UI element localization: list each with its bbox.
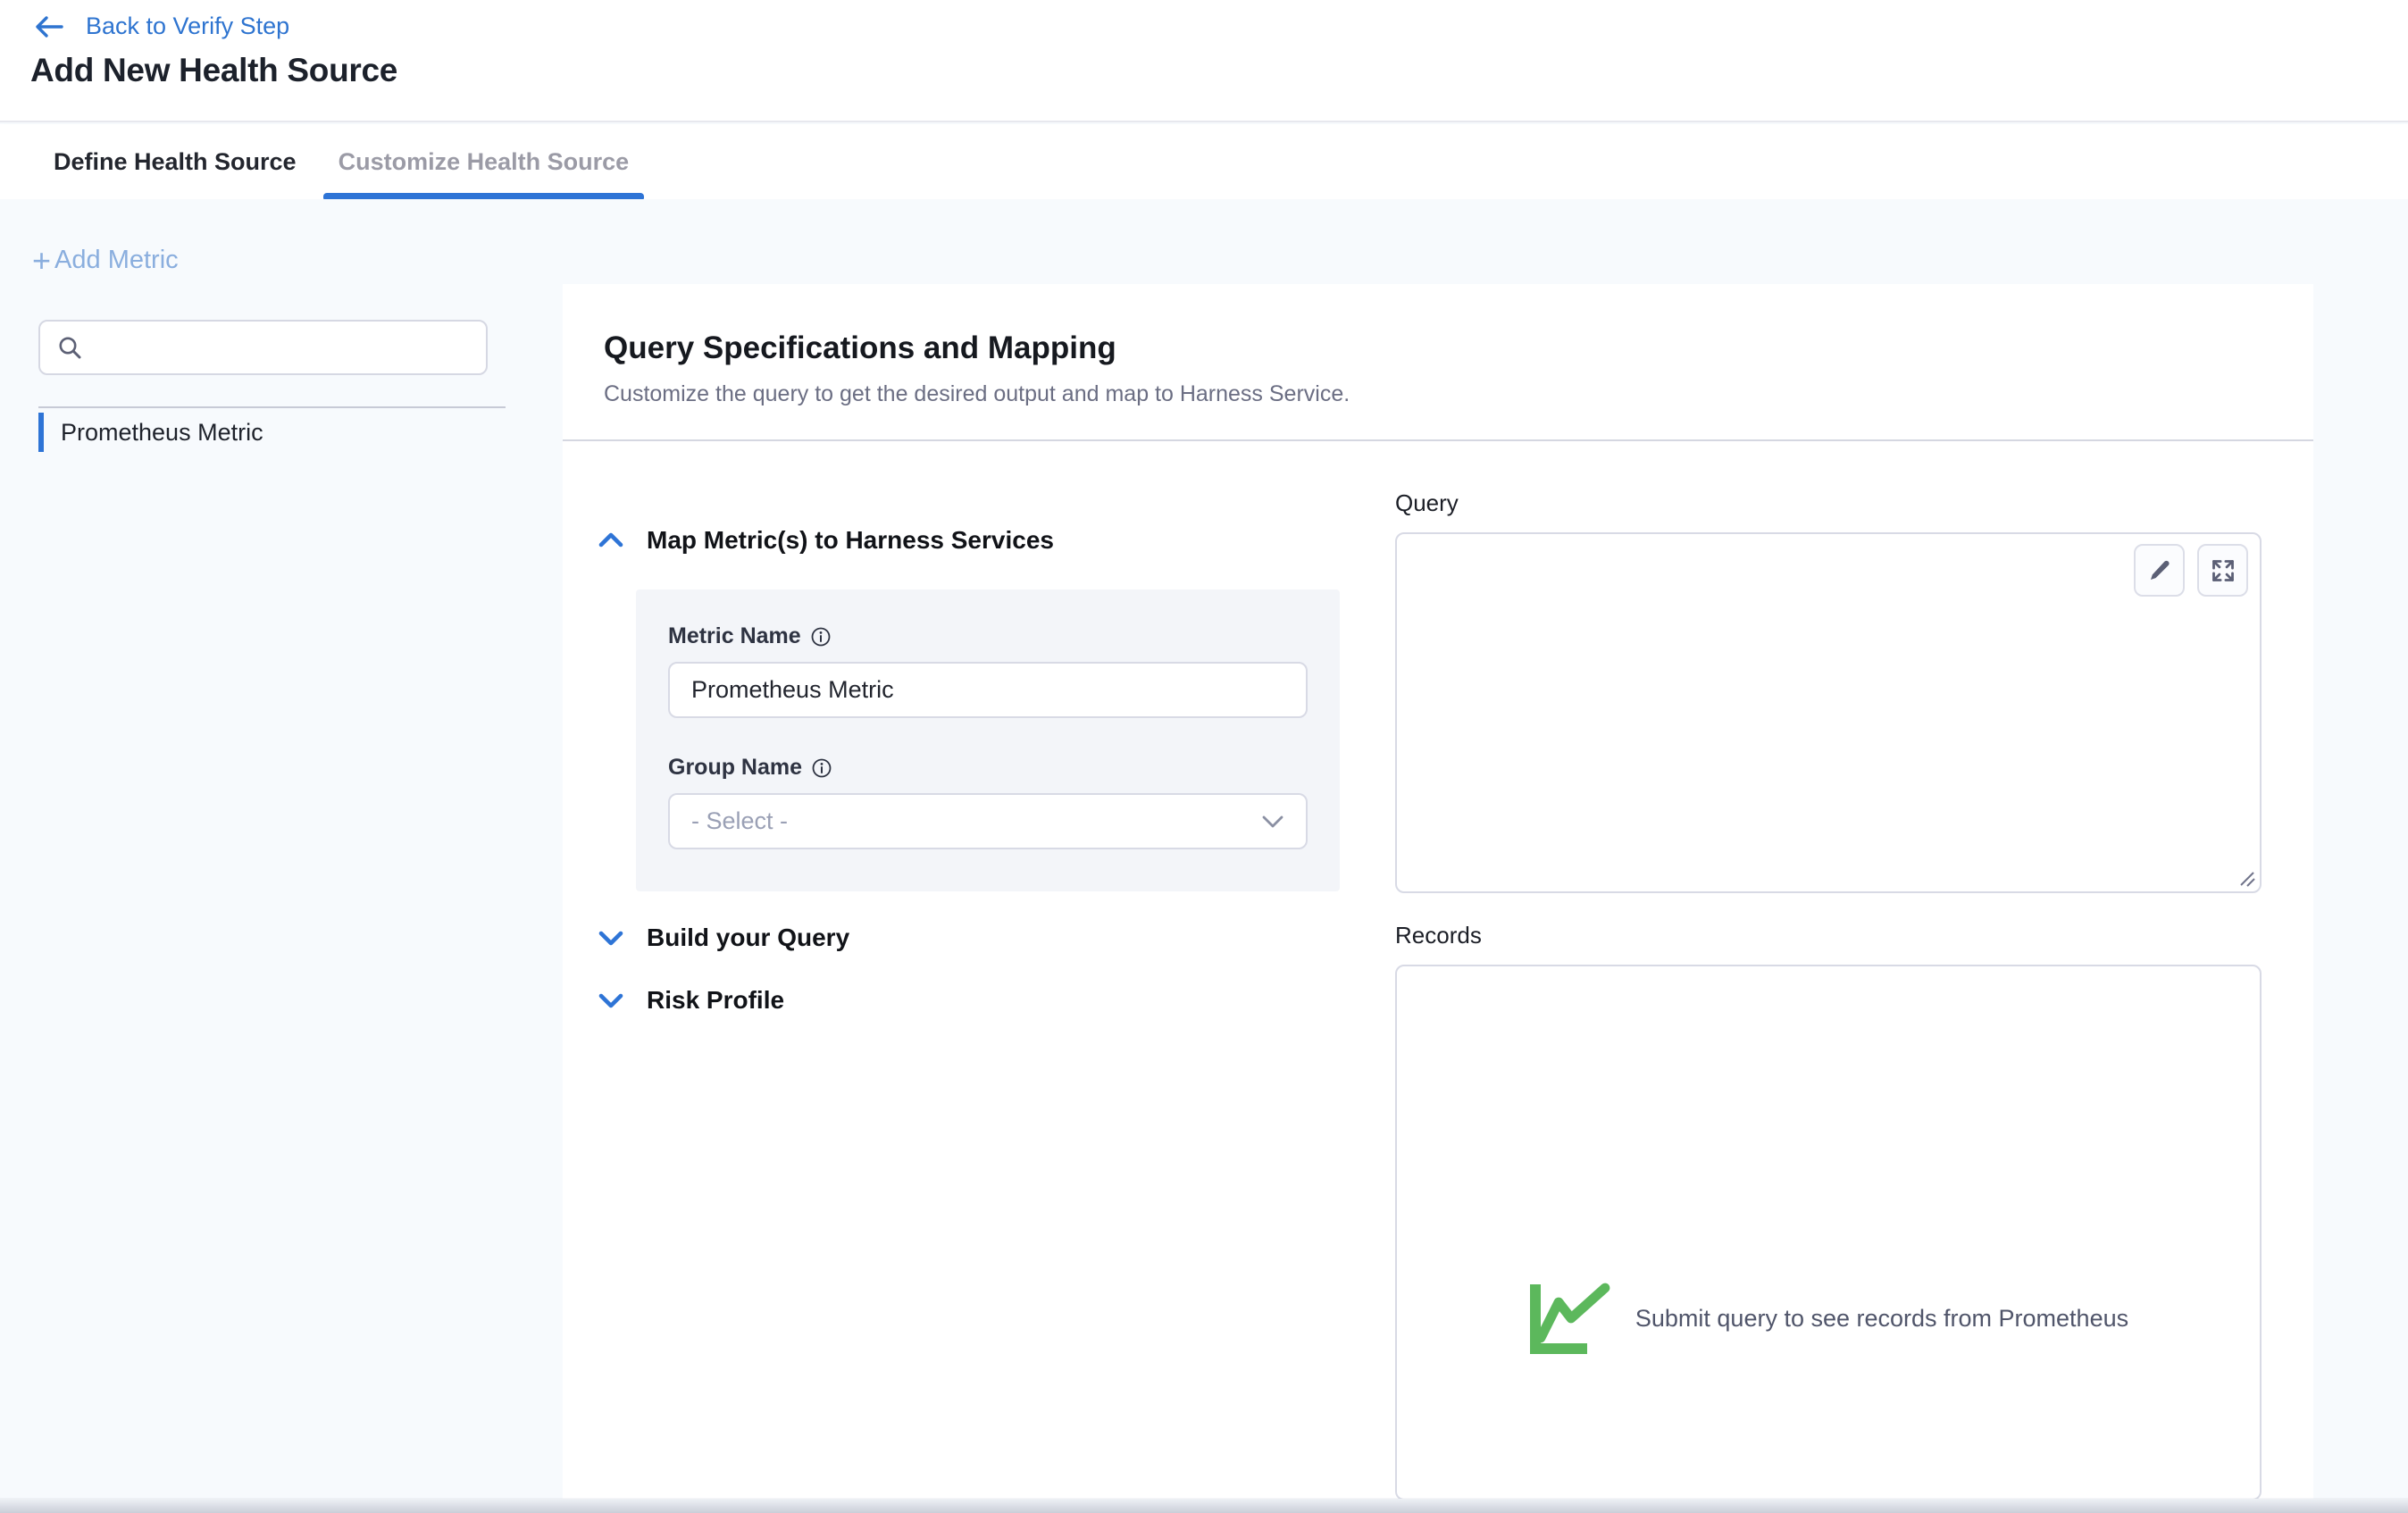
back-link[interactable]: Back to Verify Step xyxy=(34,13,289,40)
metric-search-input[interactable] xyxy=(38,320,488,375)
metric-item-label: Prometheus Metric xyxy=(61,419,263,447)
edit-query-button[interactable] xyxy=(2134,544,2185,597)
select-placeholder: - Select - xyxy=(691,807,788,835)
resize-handle-icon[interactable] xyxy=(2236,867,2257,889)
section-label: Risk Profile xyxy=(647,986,784,1015)
bottom-edge-strip xyxy=(0,1498,2408,1513)
records-empty-message: Submit query to see records from Prometh… xyxy=(1635,1305,2128,1333)
tab-customize-health-source[interactable]: Customize Health Source xyxy=(323,124,645,199)
panel-header: Query Specifications and Mapping Customi… xyxy=(563,284,2313,441)
add-metric-button[interactable]: + Add Metric xyxy=(32,246,179,275)
section-build-your-query[interactable]: Build your Query xyxy=(597,920,849,956)
tab-label: Define Health Source xyxy=(54,148,297,176)
section-label: Build your Query xyxy=(647,924,849,952)
chevron-down-icon xyxy=(1261,815,1284,829)
expand-query-button[interactable] xyxy=(2197,544,2248,597)
chevron-down-icon xyxy=(597,928,625,948)
tab-label: Customize Health Source xyxy=(339,148,630,176)
active-tab-underline xyxy=(323,193,645,199)
metric-mapping-form: Metric Name Group Name - Select - xyxy=(636,589,1340,891)
group-name-label: Group Name xyxy=(668,755,802,781)
plus-icon: + xyxy=(32,247,51,274)
section-map-metrics[interactable]: Map Metric(s) to Harness Services xyxy=(597,522,1054,558)
content-area: + Add Metric Prometheus Metric Query Spe… xyxy=(0,199,2408,1513)
line-chart-icon xyxy=(1528,1281,1618,1356)
info-icon[interactable] xyxy=(810,626,832,648)
records-panel: Submit query to see records from Prometh… xyxy=(1395,965,2262,1499)
metric-name-label: Metric Name xyxy=(668,623,801,649)
query-label: Query xyxy=(1395,489,1459,517)
group-name-select[interactable]: - Select - xyxy=(668,793,1308,849)
fullscreen-icon xyxy=(2211,558,2236,583)
tab-define-health-source[interactable]: Define Health Source xyxy=(38,124,312,199)
info-icon[interactable] xyxy=(811,757,832,779)
group-name-label-row: Group Name xyxy=(668,755,1340,781)
main-panel: Query Specifications and Mapping Customi… xyxy=(563,284,2313,1499)
metric-name-input[interactable] xyxy=(668,662,1308,718)
pencil-icon xyxy=(2147,558,2172,583)
chevron-down-icon xyxy=(597,991,625,1010)
metric-name-label-row: Metric Name xyxy=(668,623,1340,649)
tab-bar: Define Health Source Customize Health So… xyxy=(0,124,2408,199)
query-textarea[interactable] xyxy=(1395,532,2262,893)
sidebar-divider xyxy=(38,406,506,408)
search-icon xyxy=(56,334,83,361)
back-arrow-icon xyxy=(34,14,64,39)
selected-indicator-bar xyxy=(38,413,44,452)
section-label: Map Metric(s) to Harness Services xyxy=(647,526,1054,555)
back-link-label: Back to Verify Step xyxy=(86,13,289,40)
page-header: Back to Verify Step Add New Health Sourc… xyxy=(0,0,2408,122)
sidebar-item-prometheus-metric[interactable]: Prometheus Metric xyxy=(38,413,263,452)
panel-title: Query Specifications and Mapping xyxy=(604,330,2272,366)
panel-subtitle: Customize the query to get the desired o… xyxy=(604,381,2272,407)
section-risk-profile[interactable]: Risk Profile xyxy=(597,982,784,1018)
records-empty-state: Submit query to see records from Prometh… xyxy=(1397,1281,2260,1356)
page-title: Add New Health Source xyxy=(30,52,397,89)
chevron-up-icon xyxy=(597,531,625,550)
records-label: Records xyxy=(1395,922,1482,949)
query-toolbar xyxy=(2134,544,2248,597)
add-metric-label: Add Metric xyxy=(54,246,179,275)
